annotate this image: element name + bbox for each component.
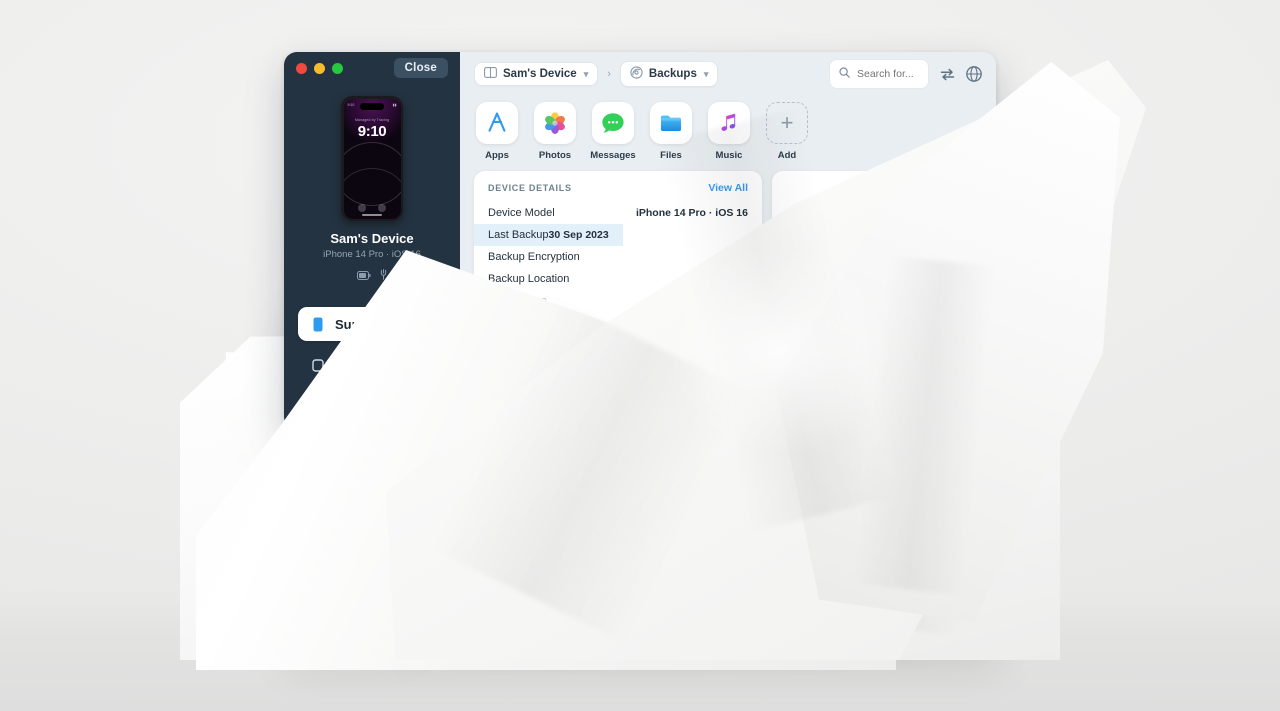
phone-preview: 9:10 ▮▮ Managed by Tracing 9:10: [284, 96, 460, 221]
app-shortcut-add[interactable]: + Add: [764, 102, 810, 161]
app-shortcut-apps[interactable]: Apps: [474, 102, 520, 161]
app-shortcut-label: Files: [660, 150, 682, 161]
app-shortcut-files[interactable]: Files: [648, 102, 694, 161]
breadcrumb-device[interactable]: Sam's Device ▾: [474, 62, 599, 86]
app-shortcuts: Apps Photos Messages Files Music + Add: [460, 96, 996, 171]
phone-lock-time: 9:10: [357, 122, 387, 140]
row-label: Last Backup: [488, 229, 549, 241]
home-indicator: [362, 214, 382, 216]
sidebar-item-tools[interactable]: Tools: [298, 389, 446, 423]
window-titlebar: Close: [284, 52, 460, 84]
phone-status-bar: 9:10 ▮▮: [348, 103, 397, 107]
files-folder-icon: [650, 102, 692, 144]
minimize-light[interactable]: [314, 62, 325, 74]
sidebar-nav: Summary › Data › Tools: [284, 307, 460, 430]
app-shortcut-label: Music: [715, 150, 743, 161]
cards-area: DEVICE DETAILS View All Device Model iPh…: [460, 171, 996, 371]
device-status-icons: [284, 267, 460, 285]
toolbar-right: [829, 59, 982, 89]
chevron-down-icon: ▾: [583, 68, 589, 79]
app-shortcut-label: Add: [777, 150, 797, 161]
table-row[interactable]: Device Model iPhone 14 Pro · iOS 16: [474, 202, 762, 224]
plus-icon: +: [766, 102, 808, 144]
search-field[interactable]: [829, 59, 929, 89]
search-input[interactable]: [857, 68, 919, 80]
music-note-icon: [708, 102, 750, 144]
device-details-header: DEVICE DETAILS View All: [474, 182, 762, 202]
close-light[interactable]: [296, 62, 307, 74]
sidebar: Close 9:10 ▮▮ Managed by Tracing 9:10 Sa…: [284, 52, 460, 430]
breadcrumb-backups[interactable]: Backups ▾: [619, 61, 719, 87]
transfer-icon[interactable]: [940, 68, 955, 81]
app-store-icon: [476, 102, 518, 144]
row-label: Backup Encryption: [488, 251, 580, 263]
device-details-card: DEVICE DETAILS View All Device Model iPh…: [474, 171, 762, 371]
sidebar-item-data[interactable]: Data ›: [298, 348, 446, 382]
sidebar-item-label: Tools: [335, 398, 369, 414]
phone-dock: [344, 203, 401, 212]
app-shortcut-messages[interactable]: Messages: [590, 102, 636, 161]
phone-filled-icon: [310, 317, 325, 332]
battery-icon: [356, 267, 371, 285]
row-label: Backup Location: [488, 273, 570, 285]
device-icon: [484, 67, 497, 81]
traffic-lights[interactable]: [296, 62, 343, 74]
messages-icon: [592, 102, 634, 144]
main-content: Sam's Device ▾ › Backups ▾ Search for...…: [460, 52, 996, 430]
row-label: iCloud Sync: [488, 295, 547, 307]
sidebar-item-summary[interactable]: Summary ›: [298, 307, 446, 341]
paper-highlight: [300, 470, 680, 650]
row-label: Backup Encryption: [488, 317, 580, 329]
device-subtitle: iPhone 14 Pro · iOS 16: [323, 249, 421, 260]
app-shortcut-label: Apps: [485, 150, 509, 161]
row-value: iPhone 14 Pro · iOS 16: [635, 207, 748, 219]
row-value: 30 Sep 2023: [548, 229, 609, 241]
table-row[interactable]: Backup Location: [474, 268, 762, 290]
sidebar-item-label: Data: [335, 357, 364, 373]
backup-disc-icon: [630, 66, 643, 82]
phone-status-right: ▮▮: [392, 102, 397, 107]
app-window: Close 9:10 ▮▮ Managed by Tracing 9:10 Sa…: [284, 52, 996, 430]
chevron-down-icon: ▾: [703, 68, 709, 79]
app-shortcut-label: Photos: [538, 150, 572, 161]
chevron-right-icon: ›: [430, 359, 434, 371]
app-shortcut-photos[interactable]: Photos: [532, 102, 578, 161]
phone-lock-subtitle: Managed by Tracing: [354, 117, 390, 122]
zoom-light[interactable]: [332, 62, 343, 74]
breadcrumb-separator: ›: [607, 68, 611, 80]
table-row[interactable]: Backup Encryption: [474, 312, 762, 334]
app-shortcut-music[interactable]: Music: [706, 102, 752, 161]
table-row[interactable]: iCloud Sync: [474, 290, 762, 312]
phone-frame: 9:10 ▮▮ Managed by Tracing 9:10: [341, 96, 403, 221]
app-shortcut-label: Messages: [590, 150, 636, 161]
phone-screen: 9:10 ▮▮ Managed by Tracing 9:10: [343, 98, 401, 219]
sidebar-item-label: Summary: [335, 316, 395, 332]
phone-outline-icon: [310, 358, 325, 373]
search-icon: [839, 65, 850, 83]
toolbar: Sam's Device ▾ › Backups ▾: [460, 52, 996, 96]
row-label: Device Model: [488, 207, 555, 219]
close-button[interactable]: Close: [393, 58, 448, 78]
device-details-title: DEVICE DETAILS: [488, 183, 572, 193]
help-globe-icon[interactable]: [966, 66, 982, 82]
device-name: Sam's Device: [330, 231, 414, 246]
phone-status-left: 9:10: [347, 102, 355, 107]
table-row[interactable]: Backup Encryption: [474, 246, 762, 268]
chevron-right-icon: ›: [430, 318, 434, 330]
table-row[interactable]: Last Backup 30 Sep 2023: [474, 224, 623, 246]
breadcrumb-device-label: Sam's Device: [503, 68, 577, 80]
breadcrumb-backups-label: Backups: [648, 68, 697, 80]
photos-icon: [534, 102, 576, 144]
view-all-link[interactable]: View All: [708, 182, 748, 194]
secondary-card: [772, 171, 932, 371]
lightning-connector-icon: [379, 267, 388, 285]
hammer-wrench-icon: [310, 399, 325, 414]
